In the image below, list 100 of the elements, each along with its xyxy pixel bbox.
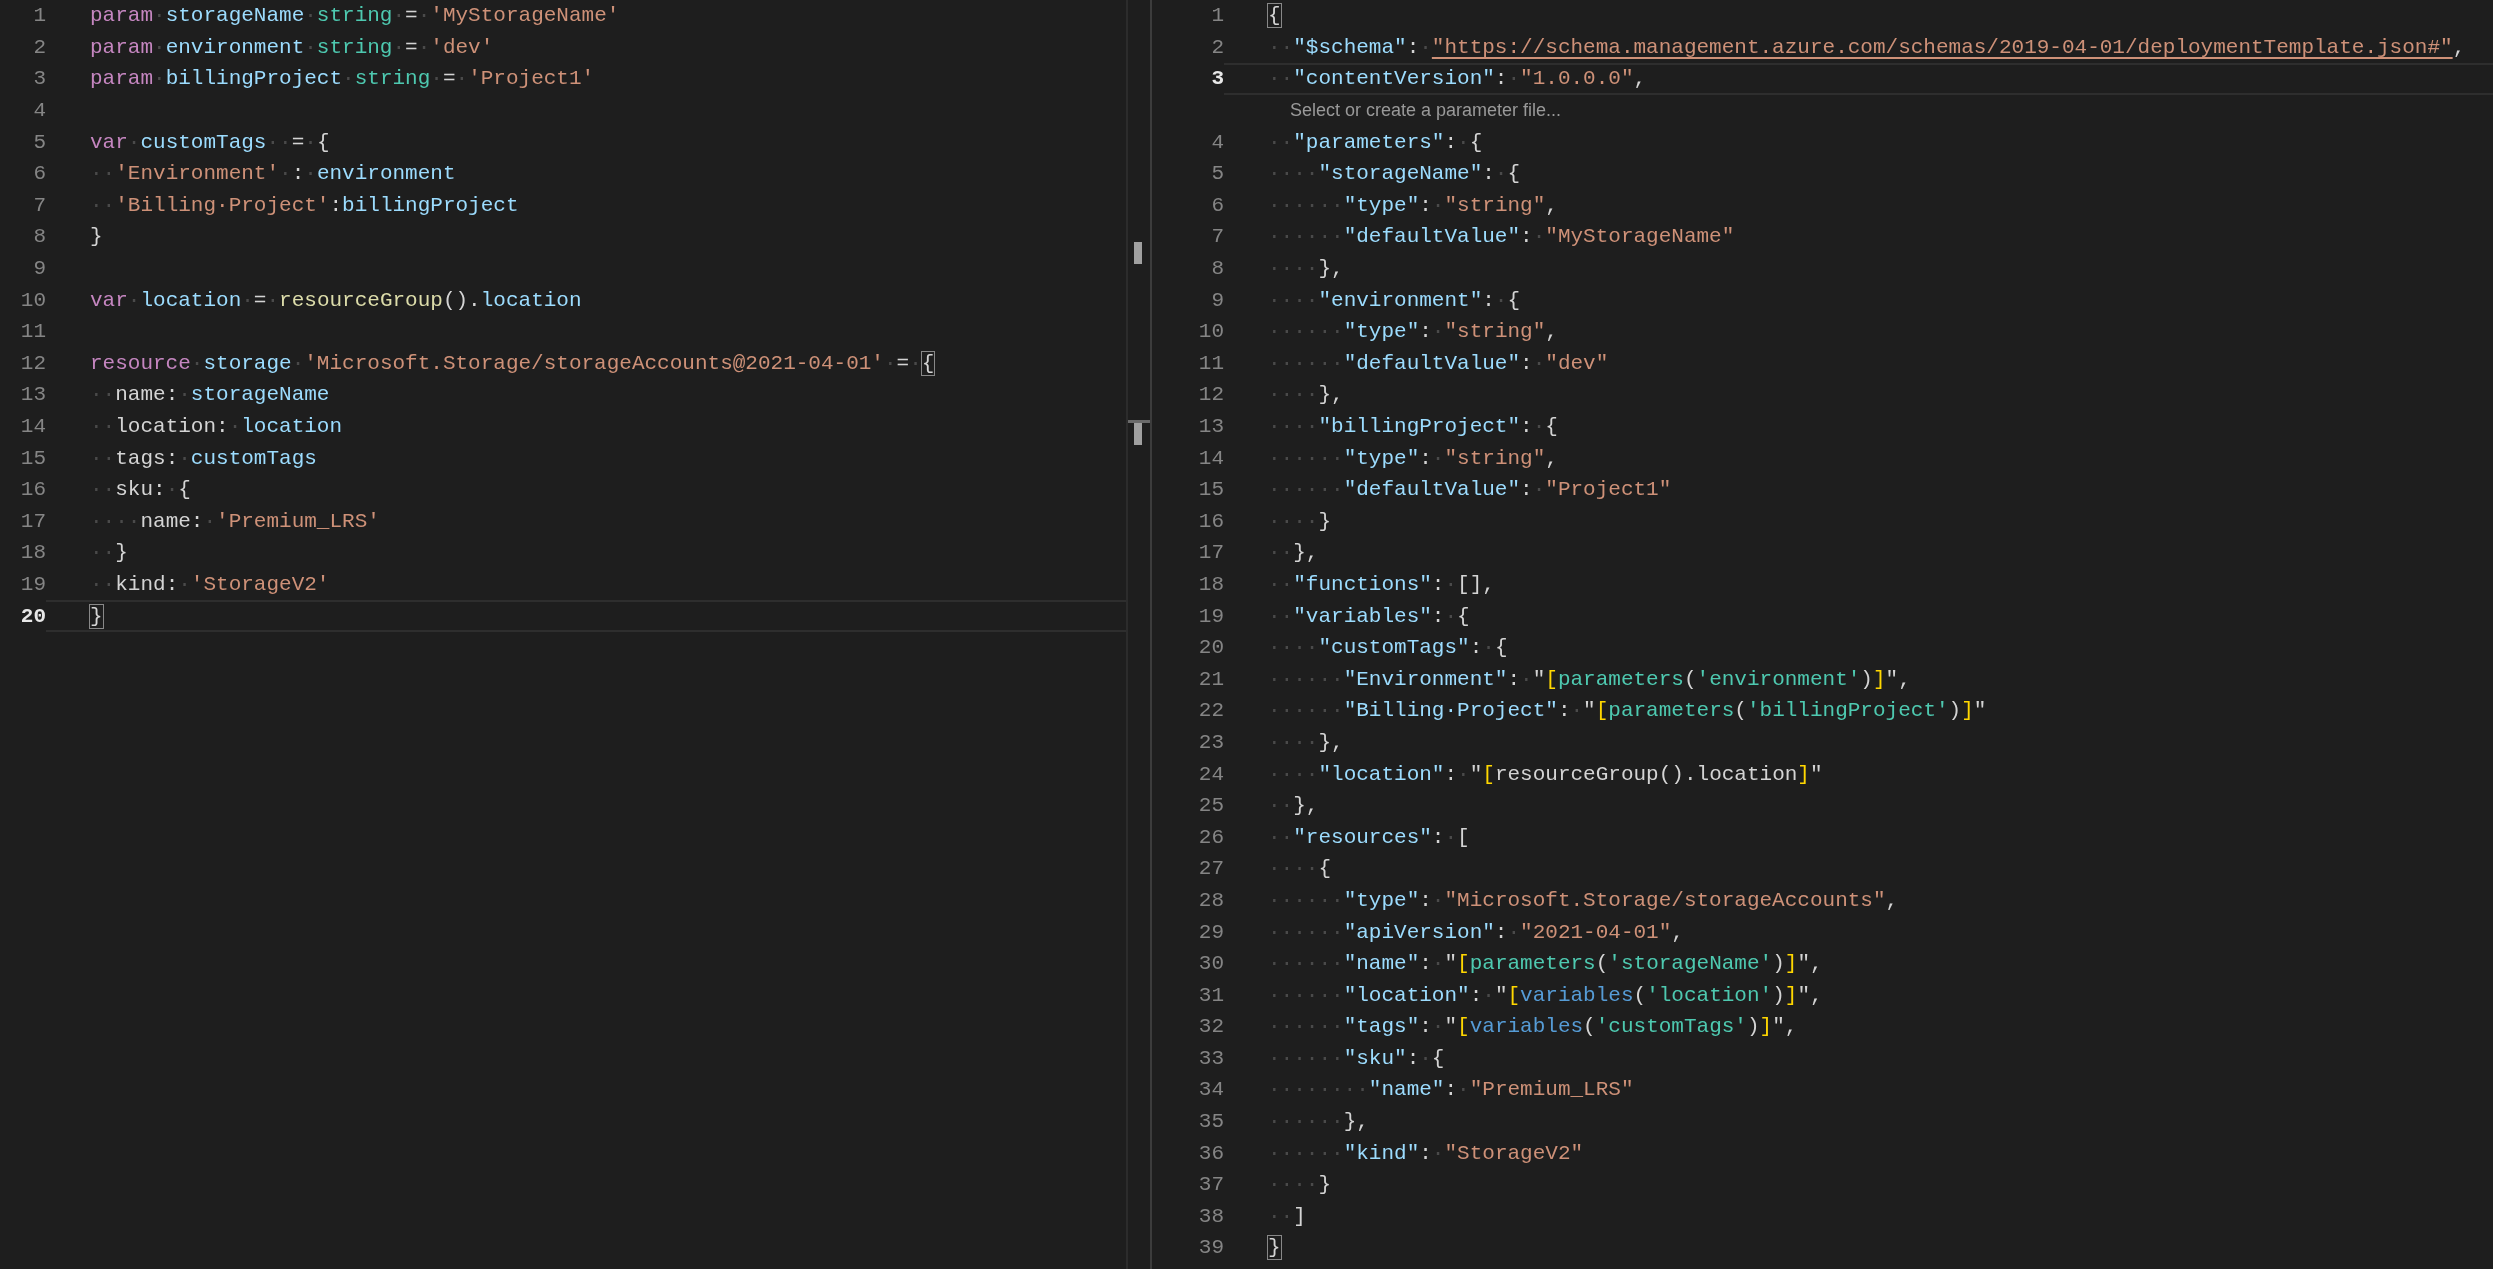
line-number: 12 — [19, 350, 46, 377]
line-number: 32 — [1197, 1014, 1224, 1041]
code-line: ··"$schema":·"https://schema.management.azure.com/schemas/2019-04-01/deploymentTemplate.json#", — [1268, 34, 2466, 61]
line-number: 2 — [32, 34, 46, 61]
line-number: 21 — [1197, 666, 1224, 693]
code-line: ······"defaultValue":·"dev" — [1268, 350, 1609, 377]
line-number: 34 — [1197, 1077, 1224, 1104]
code-line: resource·storage·'Microsoft.Storage/storageAccounts@2021-04-01'·=·{ — [90, 350, 935, 377]
code-line: } — [90, 224, 103, 251]
line-number: 39 — [1197, 1235, 1224, 1262]
line-number: 19 — [19, 572, 46, 598]
code-line: ··"parameters":·{ — [1268, 129, 1483, 156]
line-number: 3 — [32, 66, 46, 93]
code-line: ····} — [1268, 1172, 1332, 1199]
codelens-link[interactable]: Select or create a parameter file... — [1290, 97, 1562, 125]
line-number: 8 — [1210, 256, 1224, 283]
code-line: ··'Billing·Project':billingProject — [90, 192, 519, 219]
code-line: ······"Environment":·"[parameters('environment')]", — [1268, 666, 1911, 693]
code-line: ····"customTags":·{ — [1268, 635, 1508, 662]
code-line: ······"sku":·{ — [1268, 1045, 1445, 1072]
code-line: ······"type":·"Microsoft.Storage/storageAccounts", — [1268, 887, 1899, 914]
line-number: 24 — [1197, 761, 1224, 788]
code-line: ······"type":·"string", — [1268, 445, 1558, 472]
line-number: 22 — [1197, 698, 1224, 725]
code-line: ··tags:·customTags — [90, 445, 317, 472]
line-number: 27 — [1197, 856, 1224, 883]
line-number: 35 — [1197, 1109, 1224, 1136]
code-line: ····name:·'Premium_LRS' — [90, 508, 380, 535]
overview-ruler[interactable] — [1126, 0, 1150, 1269]
code-line: ··"resources":·[ — [1268, 824, 1470, 851]
code-line: ··"contentVersion":·"1.0.0.0", — [1268, 66, 1647, 93]
line-number: 18 — [1197, 572, 1224, 598]
line-number: 31 — [1197, 982, 1224, 1009]
line-number: 10 — [1197, 319, 1224, 346]
line-number: 15 — [1197, 477, 1224, 504]
line-number: 30 — [1197, 951, 1224, 978]
line-number: 36 — [1197, 1140, 1224, 1167]
line-number: 8 — [32, 224, 46, 251]
code-line: ··} — [90, 540, 128, 567]
code-line: ······"kind":·"StorageV2" — [1268, 1140, 1584, 1167]
code-line: ······"Billing·Project":·"[parameters('billingProject')]" — [1268, 698, 1987, 725]
code-line: ··name:·storageName — [90, 382, 330, 409]
code-line: ··"functions":·[], — [1268, 572, 1495, 598]
line-number: 4 — [1210, 129, 1224, 156]
line-number: 16 — [1197, 508, 1224, 535]
code-line: ··'Environment'·:·environment — [90, 161, 456, 188]
line-number: 7 — [1210, 224, 1224, 251]
code-line: var·customTags··=·{ — [90, 129, 330, 156]
cursor-marker — [1128, 420, 1150, 423]
code-line: param·storageName·string·=·'MyStorageName' — [90, 3, 620, 30]
line-number: 17 — [1197, 540, 1224, 567]
code-line: ··"variables":·{ — [1268, 603, 1470, 630]
code-line: ··] — [1268, 1203, 1306, 1230]
line-number: 6 — [1210, 192, 1224, 219]
code-line: } — [1268, 1235, 1281, 1262]
ruler-mark — [1134, 423, 1142, 445]
code-line: ······"location":·"[variables('location')]", — [1268, 982, 1823, 1009]
code-line: ······"apiVersion":·"2021-04-01", — [1268, 919, 1684, 946]
line-number: 18 — [19, 540, 46, 567]
line-number: 37 — [1197, 1172, 1224, 1199]
code-line: ······}, — [1268, 1109, 1369, 1136]
line-number: 17 — [19, 508, 46, 535]
code-line: ······"defaultValue":·"MyStorageName" — [1268, 224, 1735, 251]
line-number: 20 — [19, 603, 46, 630]
code-line: { — [1268, 3, 1281, 30]
line-number: 1 — [1210, 3, 1224, 30]
line-number: 25 — [1197, 793, 1224, 820]
code-line: ····{ — [1268, 856, 1332, 883]
line-number: 6 — [32, 161, 46, 188]
line-number: 20 — [1197, 635, 1224, 662]
code-line: param·environment·string·=·'dev' — [90, 34, 494, 61]
line-number: 2 — [1210, 34, 1224, 61]
line-number: 13 — [19, 382, 46, 409]
code-line: ····"location":·"[resourceGroup().location]" — [1268, 761, 1823, 788]
line-number: 7 — [32, 192, 46, 219]
line-number: 4 — [32, 98, 46, 125]
line-number: 15 — [19, 445, 46, 472]
line-number: 16 — [19, 477, 46, 504]
line-number: 26 — [1197, 824, 1224, 851]
ruler-mark — [1134, 242, 1142, 264]
code-line: ····"storageName":·{ — [1268, 161, 1521, 188]
code-line: ··location:·location — [90, 414, 343, 440]
line-number: 11 — [1197, 350, 1224, 377]
code-line: ······"type":·"string", — [1268, 192, 1558, 219]
line-number: 38 — [1197, 1203, 1224, 1230]
code-line: } — [90, 603, 103, 630]
line-number: 23 — [1197, 729, 1224, 756]
line-number: 9 — [32, 256, 46, 283]
code-line: var·location·=·resourceGroup().location — [90, 287, 582, 314]
line-number: 5 — [1210, 161, 1224, 188]
line-number: 9 — [1210, 287, 1224, 314]
line-number: 5 — [32, 129, 46, 156]
line-number: 33 — [1197, 1045, 1224, 1072]
line-number: 1 — [32, 3, 46, 30]
code-line: ······"tags":·"[variables('customTags')]", — [1268, 1014, 1798, 1041]
code-line: ····"billingProject":·{ — [1268, 414, 1558, 440]
code-line: ····}, — [1268, 729, 1344, 756]
line-number: 19 — [1197, 603, 1224, 630]
line-number: 3 — [1210, 66, 1224, 93]
line-number: 13 — [1197, 414, 1224, 440]
